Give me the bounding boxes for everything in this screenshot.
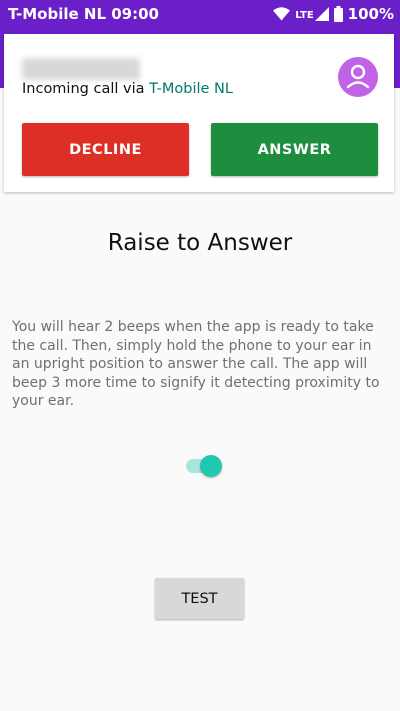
signal-icon — [314, 7, 329, 21]
answer-button[interactable]: ANSWER — [211, 123, 378, 176]
status-bar: T-Mobile NL 09:00 LTE 100% — [0, 0, 400, 28]
status-carrier: T-Mobile NL 09:00 — [8, 5, 159, 23]
instructions-text: You will hear 2 beeps when the app is re… — [12, 319, 380, 409]
caller-avatar[interactable] — [338, 57, 378, 97]
wifi-icon — [273, 7, 291, 21]
status-time: 09:00 — [111, 5, 159, 23]
test-button[interactable]: TEST — [155, 578, 244, 619]
person-icon — [346, 64, 370, 89]
battery-percent: 100% — [347, 5, 394, 23]
network-type-label: LTE — [295, 10, 314, 21]
toggle-thumb — [200, 455, 222, 477]
decline-button[interactable]: DECLINE — [22, 123, 189, 176]
raise-to-answer-toggle[interactable] — [186, 455, 226, 477]
battery-icon — [333, 6, 343, 22]
caller-name-blurred — [22, 58, 140, 80]
network-name: T-Mobile NL — [149, 81, 233, 97]
status-icons: LTE 100% — [273, 5, 394, 23]
incoming-call-text: Incoming call via T-Mobile NL — [22, 81, 233, 97]
incoming-call-card: Incoming call via T-Mobile NL DECLINE AN… — [4, 34, 394, 192]
page-title: Raise to Answer — [107, 230, 293, 256]
